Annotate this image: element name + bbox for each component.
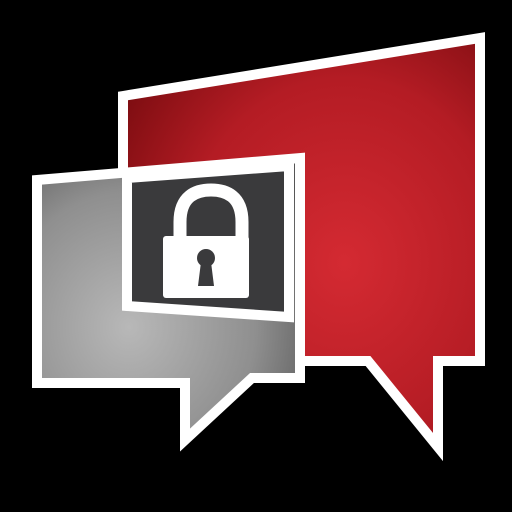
app-icon-graphic <box>32 32 485 462</box>
app-icon <box>0 0 512 512</box>
